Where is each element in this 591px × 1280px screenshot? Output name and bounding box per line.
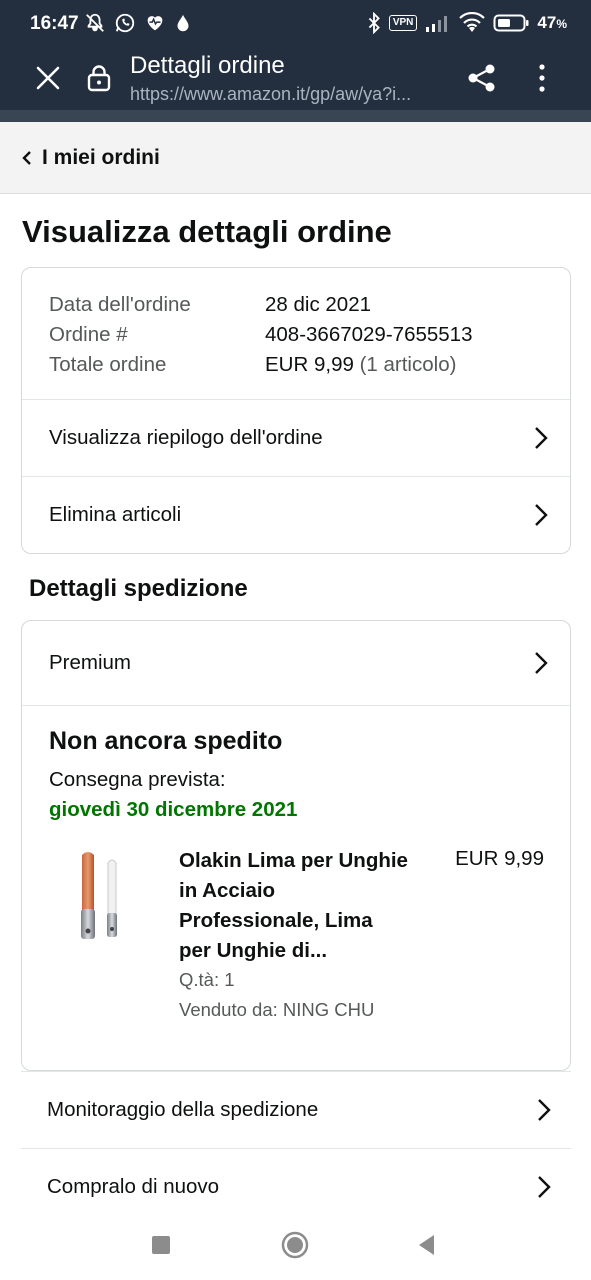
product-image[interactable] bbox=[72, 849, 132, 945]
battery-icon bbox=[493, 14, 529, 32]
notification-icons bbox=[84, 12, 192, 34]
order-info: Data dell'ordine 28 dic 2021 Ordine # 40… bbox=[49, 290, 472, 380]
android-nav-bar bbox=[0, 1210, 591, 1280]
order-date-label: Data dell'ordine bbox=[49, 293, 191, 316]
chevron-right-icon bbox=[535, 427, 548, 449]
order-item-count: (1 articolo) bbox=[353, 353, 457, 376]
back-icon[interactable] bbox=[412, 1230, 442, 1260]
chevron-right-icon bbox=[538, 1099, 551, 1121]
page-tab-title: Dettagli ordine bbox=[130, 52, 285, 79]
chevron-left-icon bbox=[22, 151, 31, 165]
order-number-value: 408-3667029-7655513 bbox=[265, 323, 473, 346]
breadcrumb-label: I miei ordini bbox=[42, 146, 160, 169]
more-vert-icon[interactable] bbox=[530, 62, 554, 94]
shipment-status: Non ancora spedito bbox=[49, 727, 283, 755]
shipment-section-title: Dettagli spedizione bbox=[29, 575, 248, 602]
delete-items-label: Elimina articoli bbox=[49, 503, 182, 526]
order-total-label: Totale ordine bbox=[49, 353, 167, 376]
breadcrumb-bar: I miei ordini bbox=[0, 122, 591, 194]
chevron-right-icon bbox=[538, 1176, 551, 1198]
lock-icon[interactable] bbox=[86, 64, 112, 92]
product-seller: Venduto da: NING CHU bbox=[179, 999, 375, 1020]
track-shipment-label: Monitoraggio della spedizione bbox=[47, 1098, 319, 1121]
page-title: Visualizza dettagli ordine bbox=[22, 214, 392, 249]
product-title-link[interactable]: Olakin Lima per Unghie in Acciaio Profes… bbox=[179, 846, 409, 966]
wifi-icon bbox=[459, 12, 486, 32]
shipment-card: Premium Non ancora spedito Consegna prev… bbox=[21, 620, 571, 1071]
order-date-value: 28 dic 2021 bbox=[265, 293, 372, 316]
delete-items-link[interactable]: Elimina articoli bbox=[22, 476, 570, 553]
delivery-label: Consegna prevista: bbox=[49, 768, 226, 791]
order-number-row: Ordine # 408-3667029-7655513 bbox=[49, 320, 472, 350]
product-price: EUR 9,99 bbox=[455, 847, 544, 870]
card-divider bbox=[22, 705, 570, 706]
chevron-right-icon bbox=[535, 652, 548, 674]
chevron-right-icon bbox=[535, 504, 548, 526]
buy-again-label: Compralo di nuovo bbox=[47, 1175, 220, 1198]
share-icon[interactable] bbox=[466, 62, 498, 94]
address-bar-url[interactable]: https://www.amazon.it/gp/aw/ya?i... bbox=[130, 84, 450, 105]
order-summary-card: Data dell'ordine 28 dic 2021 Ordine # 40… bbox=[21, 267, 571, 554]
recents-icon[interactable] bbox=[146, 1230, 176, 1260]
browser-toolbar: Dettagli ordine https://www.amazon.it/gp… bbox=[0, 50, 591, 110]
order-date-row: Data dell'ordine 28 dic 2021 bbox=[49, 290, 472, 320]
toolbar-divider bbox=[0, 110, 591, 122]
signal-icon bbox=[426, 16, 448, 32]
drop-icon bbox=[177, 14, 189, 32]
order-total-amount: EUR 9,99 bbox=[265, 353, 354, 376]
product-quantity: Q.tà: 1 bbox=[179, 969, 235, 990]
home-icon[interactable] bbox=[280, 1230, 310, 1260]
order-number-label: Ordine # bbox=[49, 323, 128, 346]
shipping-method-row[interactable]: Premium bbox=[22, 621, 570, 705]
battery-percent: 47% bbox=[537, 13, 567, 32]
view-order-summary-link[interactable]: Visualizza riepilogo dell'ordine bbox=[22, 399, 570, 476]
track-shipment-link[interactable]: Monitoraggio della spedizione bbox=[21, 1071, 571, 1148]
order-total-value: EUR 9,99 (1 articolo) bbox=[265, 350, 456, 380]
vpn-icon: VPN bbox=[388, 15, 418, 31]
health-icon bbox=[147, 16, 163, 31]
status-bar: 16:47 VPN 47% bbox=[0, 0, 591, 50]
shipping-method-label: Premium bbox=[49, 651, 132, 674]
whatsapp-icon bbox=[115, 13, 135, 33]
silent-mode-icon bbox=[86, 13, 104, 32]
view-order-summary-label: Visualizza riepilogo dell'ordine bbox=[49, 426, 323, 449]
close-icon[interactable] bbox=[34, 64, 62, 92]
status-time: 16:47 bbox=[30, 13, 79, 34]
bluetooth-icon bbox=[368, 12, 380, 34]
order-total-row: Totale ordine EUR 9,99 (1 articolo) bbox=[49, 350, 472, 380]
breadcrumb-back-link[interactable]: I miei ordini bbox=[22, 146, 160, 170]
delivery-date: giovedì 30 dicembre 2021 bbox=[49, 798, 298, 821]
system-icons: VPN 47% bbox=[367, 12, 567, 34]
